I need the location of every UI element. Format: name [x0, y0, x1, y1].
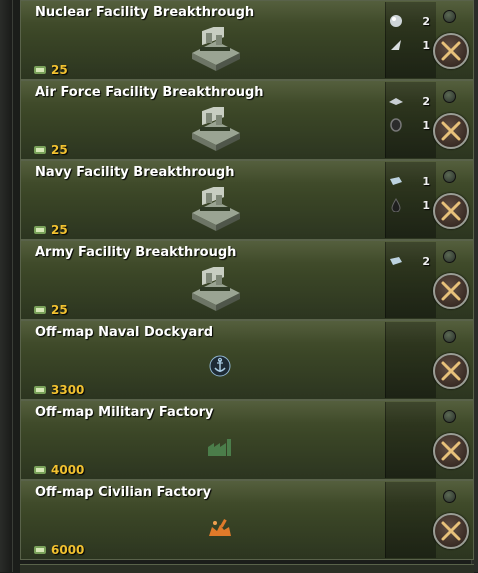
- command-power-icon: [34, 546, 46, 554]
- command-power-icon: [34, 466, 46, 474]
- civilian-factory-icon: [209, 519, 231, 536]
- facility-building-icon: [192, 187, 240, 231]
- resource-bar-icon: [390, 257, 402, 265]
- resource-count: 1: [422, 174, 430, 188]
- frame-left-border: [0, 0, 13, 572]
- select-decision-button[interactable]: [433, 113, 469, 149]
- decision-card-nuclear-facility[interactable]: Nuclear Facility Breakthrough 25 2 1: [20, 0, 474, 80]
- select-decision-button[interactable]: [433, 273, 469, 309]
- command-power-icon: [34, 386, 46, 394]
- resource-droplet-icon: [391, 198, 401, 212]
- resource-row: 2: [388, 12, 434, 30]
- command-power-icon: [34, 66, 46, 74]
- resource-count: 1: [422, 38, 430, 52]
- command-power-icon: [34, 226, 46, 234]
- resource-shard-icon: [391, 40, 401, 50]
- decision-card-civilian-factory[interactable]: Off-map Civilian Factory 6000: [20, 480, 474, 560]
- cost-display: 3300: [33, 383, 84, 397]
- cost-display: 25: [33, 143, 68, 157]
- crossed-tools-icon: [441, 41, 461, 61]
- decision-list: Nuclear Facility Breakthrough 25 2 1 Air…: [20, 0, 474, 560]
- resource-count: 2: [422, 254, 430, 268]
- cost-value: 4000: [51, 463, 85, 477]
- resource-panel: 2 1: [385, 82, 436, 158]
- resource-row: 1: [388, 36, 434, 54]
- decision-card-army-facility[interactable]: Army Facility Breakthrough 25 2: [20, 240, 474, 320]
- facility-building-icon: [192, 107, 240, 151]
- cost-value: 6000: [51, 543, 85, 557]
- resource-bar-icon: [390, 177, 402, 185]
- status-indicator: [443, 250, 456, 263]
- status-indicator: [443, 170, 456, 183]
- crossed-tools-icon: [441, 121, 461, 141]
- resource-panel: [385, 402, 436, 478]
- resource-orb-icon: [390, 15, 402, 27]
- facility-building-icon: [192, 27, 240, 71]
- select-decision-button[interactable]: [433, 433, 469, 469]
- card-title: Off-map Military Factory: [35, 405, 214, 420]
- card-title: Army Facility Breakthrough: [35, 245, 237, 260]
- select-decision-button[interactable]: [433, 353, 469, 389]
- cost-value: 3300: [51, 383, 85, 397]
- status-indicator: [443, 90, 456, 103]
- resource-count: 1: [422, 198, 430, 212]
- card-title: Nuclear Facility Breakthrough: [35, 5, 255, 20]
- card-title: Air Force Facility Breakthrough: [35, 85, 264, 100]
- command-power-icon: [34, 146, 46, 154]
- crossed-tools-icon: [441, 441, 461, 461]
- resource-row: 1: [388, 196, 434, 214]
- status-indicator: [443, 490, 456, 503]
- decision-card-navy-facility[interactable]: Navy Facility Breakthrough 25 1 1: [20, 160, 474, 240]
- card-title: Navy Facility Breakthrough: [35, 165, 235, 180]
- resource-count: 2: [422, 14, 430, 28]
- cost-display: 25: [33, 63, 68, 77]
- resource-panel: [385, 322, 436, 398]
- resource-row: 2: [388, 92, 434, 110]
- status-indicator: [443, 330, 456, 343]
- card-title: Off-map Civilian Factory: [35, 485, 212, 500]
- select-decision-button[interactable]: [433, 33, 469, 69]
- resource-count: 1: [422, 118, 430, 132]
- cost-value: 25: [51, 303, 68, 317]
- cost-display: 6000: [33, 543, 84, 557]
- cost-display: 4000: [33, 463, 84, 477]
- resource-panel: 2: [385, 242, 436, 318]
- status-indicator: [443, 410, 456, 423]
- resource-ring-icon: [390, 118, 402, 132]
- resource-row: 2: [388, 252, 434, 270]
- resource-panel: 1 1: [385, 162, 436, 238]
- crossed-tools-icon: [441, 521, 461, 541]
- decision-card-air-force-facility[interactable]: Air Force Facility Breakthrough 25 2 1: [20, 80, 474, 160]
- resource-count: 2: [422, 94, 430, 108]
- select-decision-button[interactable]: [433, 193, 469, 229]
- resource-panel: 2 1: [385, 2, 436, 78]
- command-power-icon: [34, 306, 46, 314]
- crossed-tools-icon: [441, 201, 461, 221]
- cost-value: 25: [51, 223, 68, 237]
- crossed-tools-icon: [441, 281, 461, 301]
- anchor-icon: [209, 355, 231, 377]
- facility-building-icon: [192, 267, 240, 311]
- cost-value: 25: [51, 143, 68, 157]
- cost-display: 25: [33, 303, 68, 317]
- select-decision-button[interactable]: [433, 513, 469, 549]
- decision-card-naval-dockyard[interactable]: Off-map Naval Dockyard 3300: [20, 320, 474, 400]
- cost-display: 25: [33, 223, 68, 237]
- status-indicator: [443, 10, 456, 23]
- resource-row: 1: [388, 116, 434, 134]
- resource-row: 1: [388, 172, 434, 190]
- decision-card-military-factory[interactable]: Off-map Military Factory 4000: [20, 400, 474, 480]
- card-title: Off-map Naval Dockyard: [35, 325, 214, 340]
- military-factory-icon: [208, 439, 231, 456]
- crossed-tools-icon: [441, 361, 461, 381]
- resource-plate-icon: [389, 98, 403, 105]
- resource-panel: [385, 482, 436, 558]
- cost-value: 25: [51, 63, 68, 77]
